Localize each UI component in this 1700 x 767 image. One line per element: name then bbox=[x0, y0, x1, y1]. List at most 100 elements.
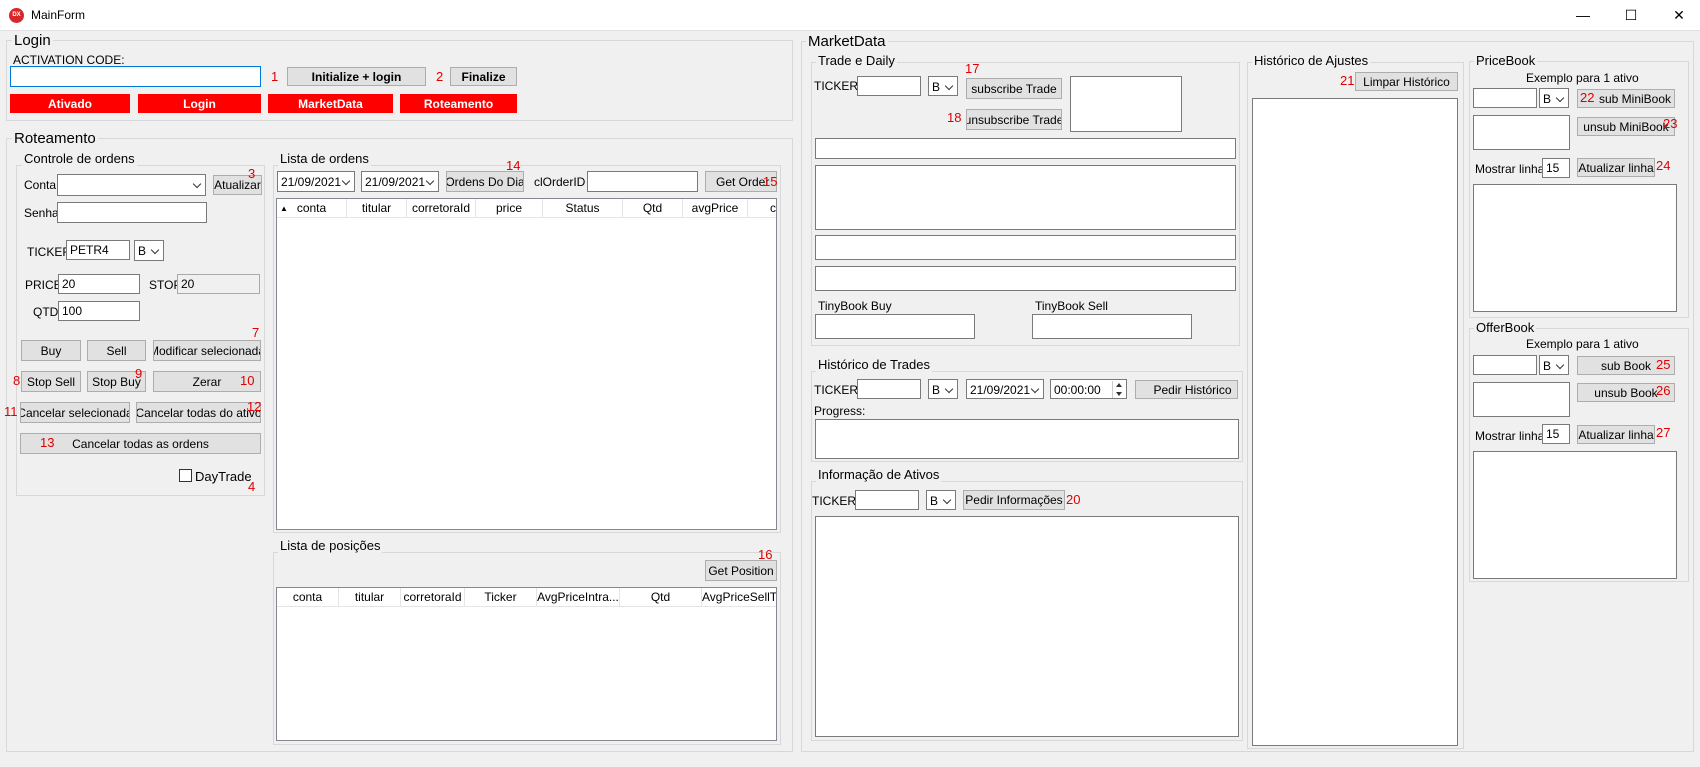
pricebook-side-select[interactable]: B bbox=[1539, 88, 1569, 108]
info-side-select[interactable]: B bbox=[926, 490, 956, 510]
conta-select[interactable] bbox=[57, 174, 206, 196]
informacao-ativos-title: Informação de Ativos bbox=[816, 467, 942, 482]
cancelar-selecionada-button[interactable]: Cancelar selecionada bbox=[20, 402, 130, 423]
historico-ajustes-title: Histórico de Ajustes bbox=[1252, 53, 1371, 68]
trade-line-1-box[interactable] bbox=[815, 138, 1236, 159]
close-icon[interactable]: ✕ bbox=[1656, 0, 1700, 31]
offerbook-exemplo: Exemplo para 1 ativo bbox=[1526, 337, 1639, 351]
marker-9: 9 bbox=[135, 366, 143, 381]
roteamento-title: Roteamento bbox=[12, 130, 98, 147]
posicoes-table-header: conta titular corretoraId Ticker AvgPric… bbox=[277, 588, 776, 607]
pricebook-output-box[interactable] bbox=[1473, 184, 1677, 312]
historico-time-input[interactable]: 00:00:00 bbox=[1050, 379, 1127, 399]
posicoes-col-avgpricesellt[interactable]: AvgPriceSellT bbox=[702, 588, 776, 607]
offerbook-atualizar-button[interactable]: Atualizar linha bbox=[1577, 425, 1655, 444]
historico-date-picker[interactable]: 21/09/2021 bbox=[966, 379, 1044, 399]
get-position-button[interactable]: Get Position bbox=[705, 560, 777, 581]
posicoes-col-conta[interactable]: conta bbox=[277, 588, 339, 607]
modificar-selecionada-button[interactable]: Modificar selecionada bbox=[153, 340, 261, 361]
tinybook-buy-box[interactable] bbox=[815, 314, 975, 339]
ticker-side-select[interactable]: B bbox=[134, 240, 164, 261]
posicoes-col-qtd[interactable]: Qtd bbox=[620, 588, 702, 607]
trade-ticker-input[interactable] bbox=[857, 76, 921, 96]
marker-14: 14 bbox=[506, 158, 521, 173]
chevron-down-icon bbox=[1555, 360, 1565, 370]
pedir-historico-button[interactable]: Pedir Histórico bbox=[1135, 380, 1238, 399]
unsub-minibook-button[interactable]: unsub MiniBook bbox=[1577, 117, 1675, 136]
info-ticker-input[interactable] bbox=[855, 490, 919, 510]
status-login-badge: Login bbox=[138, 94, 261, 113]
finalize-button[interactable]: Finalize bbox=[450, 67, 517, 86]
marker-13: 13 bbox=[40, 435, 55, 450]
chevron-down-icon bbox=[341, 176, 351, 186]
subscribe-trade-button[interactable]: subscribe Trade bbox=[966, 78, 1062, 99]
sell-button[interactable]: Sell bbox=[87, 340, 146, 361]
date-from-picker[interactable]: 21/09/2021 bbox=[277, 171, 355, 192]
daytrade-checkbox[interactable] bbox=[179, 469, 192, 482]
price-input[interactable]: 20 bbox=[58, 274, 140, 294]
pricebook-exemplo: Exemplo para 1 ativo bbox=[1526, 71, 1639, 85]
senha-label: Senha bbox=[24, 206, 59, 220]
marker-15: 15 bbox=[763, 174, 778, 189]
minimize-icon[interactable]: — bbox=[1560, 0, 1606, 31]
qtd-input[interactable]: 100 bbox=[58, 301, 140, 321]
posicoes-table[interactable]: conta titular corretoraId Ticker AvgPric… bbox=[276, 587, 777, 741]
buy-button[interactable]: Buy bbox=[21, 340, 81, 361]
spinner-icon[interactable] bbox=[1112, 381, 1125, 398]
ordens-col-titular[interactable]: titular bbox=[347, 199, 407, 218]
posicoes-col-ticker[interactable]: Ticker bbox=[465, 588, 537, 607]
limpar-historico-button[interactable]: Limpar Histórico bbox=[1355, 72, 1458, 91]
pricebook-atualizar-button[interactable]: Atualizar linha bbox=[1577, 158, 1655, 177]
historico-ticker-input[interactable] bbox=[857, 379, 921, 399]
initialize-login-button[interactable]: Initialize + login bbox=[287, 67, 426, 86]
posicoes-col-avgpriceintra[interactable]: AvgPriceIntra... bbox=[537, 588, 620, 607]
activation-code-input[interactable] bbox=[10, 66, 261, 87]
login-title: Login bbox=[12, 32, 53, 49]
trade-line-2-box[interactable] bbox=[815, 235, 1236, 260]
pricebook-mostrar-input[interactable]: 15 bbox=[1542, 158, 1570, 178]
ordens-table[interactable]: ▲ conta titular corretoraId price Status … bbox=[276, 198, 777, 530]
ticker-input[interactable]: PETR4 bbox=[66, 240, 130, 260]
historico-ajustes-box[interactable] bbox=[1252, 98, 1458, 746]
offerbook-side-select[interactable]: B bbox=[1539, 355, 1569, 375]
trade-line-3-box[interactable] bbox=[815, 266, 1236, 291]
offerbook-output-box[interactable] bbox=[1473, 451, 1677, 579]
tinybook-sell-box[interactable] bbox=[1032, 314, 1192, 339]
cancelar-todas-ativo-button[interactable]: Cancelar todas do ativo bbox=[136, 402, 261, 423]
maximize-icon[interactable]: ☐ bbox=[1608, 0, 1654, 31]
ordens-do-dia-button[interactable]: Ordens Do Dia bbox=[446, 171, 524, 192]
offerbook-ticker-input[interactable] bbox=[1473, 355, 1537, 375]
progress-box[interactable] bbox=[815, 419, 1239, 459]
pricebook-box[interactable] bbox=[1473, 115, 1570, 150]
trade-side-select[interactable]: B bbox=[928, 76, 958, 96]
chevron-down-icon bbox=[425, 176, 435, 186]
trade-output-box[interactable] bbox=[1070, 76, 1182, 132]
posicoes-col-titular[interactable]: titular bbox=[339, 588, 401, 607]
unsubscribe-trade-button[interactable]: unsubscribe Trade bbox=[966, 109, 1062, 130]
stop-sell-button[interactable]: Stop Sell bbox=[21, 371, 81, 392]
ordens-col-status[interactable]: Status bbox=[543, 199, 623, 218]
clorderid-input[interactable] bbox=[587, 171, 698, 192]
cancelar-todas-ordens-button[interactable]: Cancelar todas as ordens bbox=[20, 433, 261, 454]
pricebook-ticker-input[interactable] bbox=[1473, 88, 1537, 108]
ordens-col-corretoraid[interactable]: corretoraId bbox=[407, 199, 476, 218]
info-output-box[interactable] bbox=[815, 516, 1239, 737]
ordens-col-conta[interactable]: ▲ conta bbox=[277, 199, 347, 218]
ordens-col-avgprice[interactable]: avgPrice bbox=[683, 199, 748, 218]
marker-10: 10 bbox=[240, 373, 255, 388]
chevron-down-icon bbox=[944, 384, 954, 394]
date-to-picker[interactable]: 21/09/2021 bbox=[361, 171, 439, 192]
posicoes-col-corretoraid[interactable]: corretoraId bbox=[401, 588, 465, 607]
offerbook-mostrar-input[interactable]: 15 bbox=[1542, 424, 1570, 444]
stop-input[interactable]: 20 bbox=[177, 274, 260, 294]
offerbook-box[interactable] bbox=[1473, 382, 1570, 417]
historico-side-select[interactable]: B bbox=[928, 379, 958, 399]
info-ticker-label: TICKER bbox=[812, 494, 857, 508]
pedir-informacoes-button[interactable]: Pedir Informações bbox=[963, 490, 1065, 510]
daily-output-box[interactable] bbox=[815, 165, 1236, 230]
ordens-col-price[interactable]: price bbox=[476, 199, 543, 218]
ordens-col-qtd[interactable]: Qtd bbox=[623, 199, 683, 218]
senha-input[interactable] bbox=[57, 202, 207, 223]
status-roteamento-badge: Roteamento bbox=[400, 94, 517, 113]
ordens-col-c[interactable]: c bbox=[748, 199, 776, 218]
